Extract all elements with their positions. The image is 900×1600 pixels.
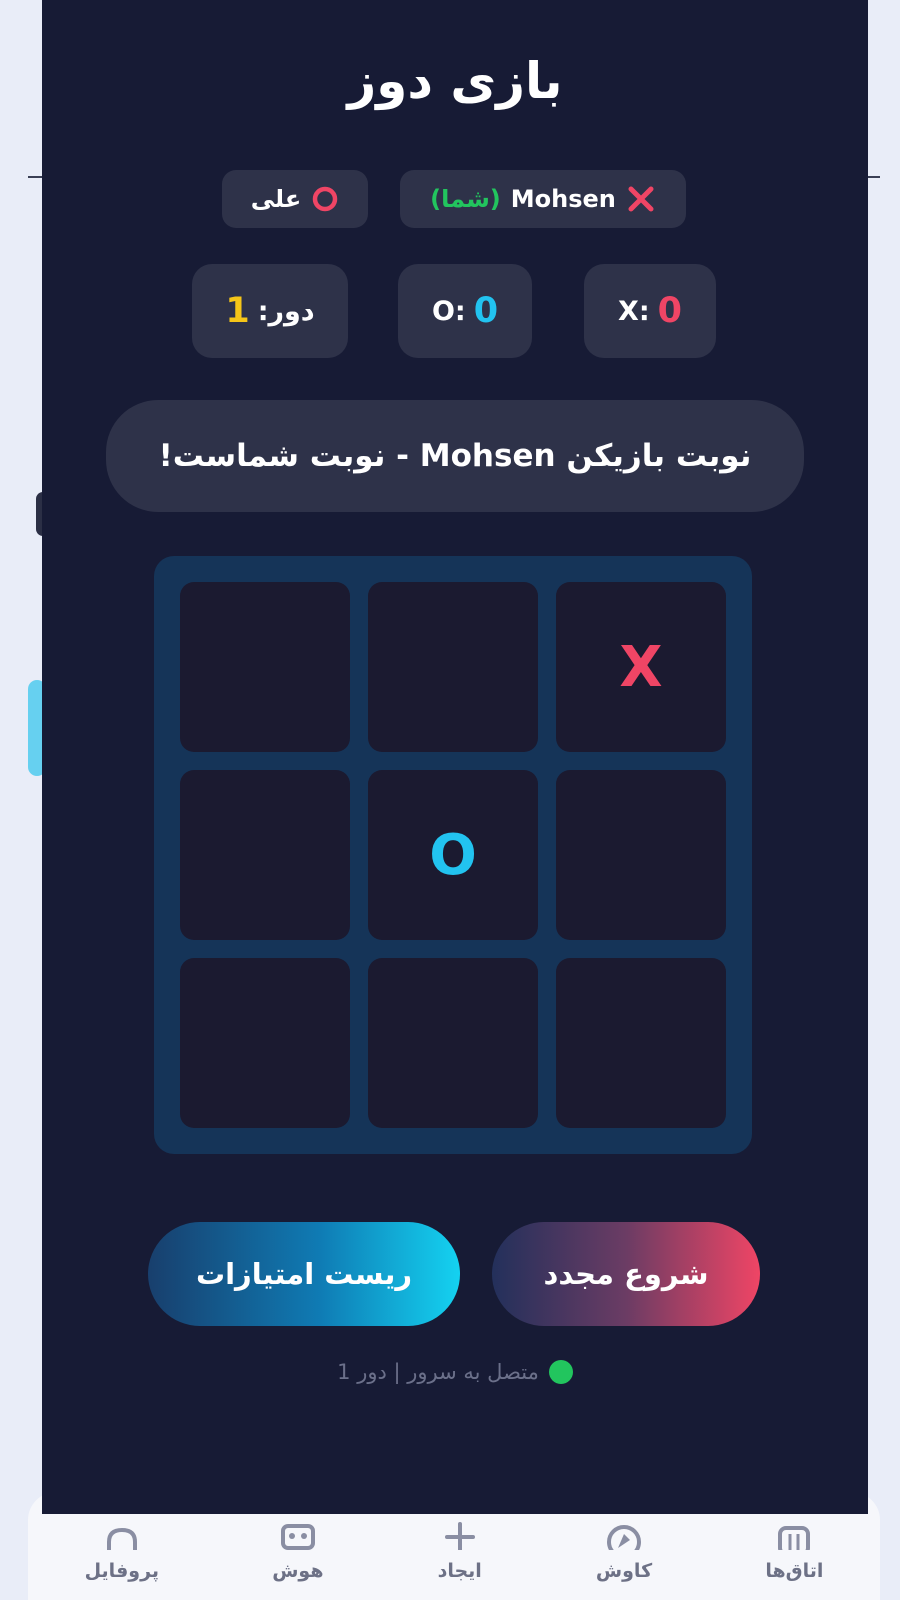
board-cell-4[interactable]	[556, 770, 726, 940]
player-o-badge: علی	[222, 170, 368, 228]
round-label: دور:	[257, 295, 315, 327]
plus-icon	[444, 1522, 475, 1550]
x-icon	[628, 186, 654, 212]
profile-icon	[106, 1527, 137, 1550]
board-cell-8[interactable]	[368, 958, 538, 1128]
nav-item-rooms[interactable]: اتاق‌ها	[765, 1522, 823, 1582]
score-o-card: O: 0	[398, 264, 532, 358]
score-o-value: 0	[473, 291, 499, 331]
reset-scores-button[interactable]: ریست امتیازات	[148, 1222, 460, 1326]
player-you-tag: (شما)	[430, 185, 501, 213]
status-text: متصل به سرور | دور 1	[337, 1360, 539, 1384]
nav-item-create[interactable]: ایجاد	[437, 1522, 483, 1582]
restart-button[interactable]: شروع مجدد	[492, 1222, 760, 1326]
player-x-badge: Mohsen (شما)	[400, 170, 686, 228]
nav-label-ai: هوش	[272, 1560, 324, 1582]
score-x-card: X: 0	[584, 264, 716, 358]
score-o-label: O:	[431, 295, 466, 327]
board-cell-3[interactable]	[180, 582, 350, 752]
connection-status: متصل به سرور | دور 1	[42, 1360, 868, 1384]
board-cell-9[interactable]	[180, 958, 350, 1128]
board-cell-5[interactable]: O	[368, 770, 538, 940]
round-card: دور: 1	[192, 264, 348, 358]
board-cell-6[interactable]	[180, 770, 350, 940]
player-x-name: Mohsen	[510, 185, 616, 213]
o-ring-icon	[313, 186, 338, 212]
robot-icon	[280, 1524, 315, 1550]
score-x-label: X:	[618, 295, 650, 327]
nav-label-rooms: اتاق‌ها	[765, 1560, 824, 1582]
nav-label-create: ایجاد	[437, 1560, 482, 1582]
nav-item-ai[interactable]: هوش	[272, 1522, 324, 1582]
page-title: بازی دوز	[347, 52, 563, 110]
nav-item-explore[interactable]: کاوش	[596, 1522, 652, 1582]
board-cell-1[interactable]: X	[556, 582, 726, 752]
player-o-name: علی	[250, 185, 302, 213]
round-value: 1	[225, 291, 250, 331]
turn-indicator: نوبت بازیکن Mohsen - نوبت شماست!	[106, 400, 804, 512]
online-indicator-icon	[548, 1360, 573, 1384]
board-cell-7[interactable]	[556, 958, 726, 1128]
nav-label-explore: کاوش	[595, 1560, 653, 1582]
board-cell-2[interactable]	[368, 582, 538, 752]
game-panel: بازی دوز Mohsen (شما) علی X: 0 O: 0 دور:…	[42, 0, 868, 1514]
game-board: X O	[154, 556, 752, 1154]
explore-icon	[607, 1525, 642, 1550]
nav-item-profile[interactable]: پروفایل	[85, 1522, 159, 1582]
score-x-value: 0	[657, 291, 682, 331]
rooms-icon	[778, 1526, 811, 1550]
nav-label-profile: پروفایل	[84, 1560, 160, 1582]
